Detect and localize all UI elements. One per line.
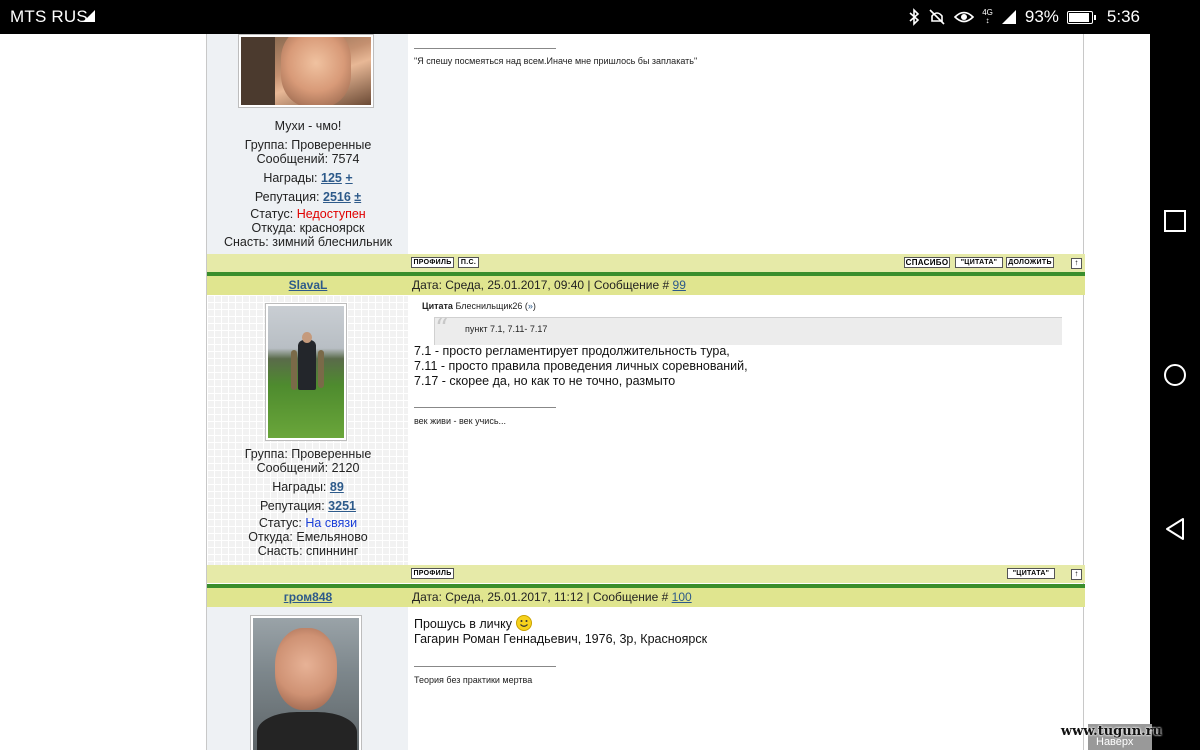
user-avatar[interactable] — [265, 303, 347, 441]
carrier-name: MTS RUS — [10, 7, 88, 26]
post-actions-bar: ПРОФИЛЬ "ЦИТАТА" ↑ — [207, 565, 1085, 583]
author-nick[interactable]: SlavaL — [207, 278, 409, 292]
battery-percent: 93% — [1024, 7, 1059, 26]
private-message-button[interactable]: П.С. — [458, 257, 479, 268]
user-avatar[interactable] — [238, 34, 374, 108]
signature-divider — [414, 407, 556, 408]
user-gear: Снасть: спиннинг — [257, 544, 359, 558]
recent-apps-icon[interactable] — [1162, 208, 1188, 234]
eye-icon — [954, 11, 975, 23]
profile-button[interactable]: ПРОФИЛЬ — [411, 568, 454, 579]
user-info-panel: Мухи - чмо! Группа: Проверенные Сообщени… — [207, 34, 409, 254]
post-body: Прошусь в личку Гагарин Роман Геннадьеви… — [410, 607, 1083, 750]
forum-thread: Мухи - чмо! Группа: Проверенные Сообщени… — [206, 34, 1085, 750]
reputation-change-link[interactable]: ± — [354, 190, 361, 204]
post-number-link[interactable]: 99 — [673, 278, 686, 292]
user-group: Группа: Проверенные — [244, 138, 372, 152]
post-text: Прошусь в личку Гагарин Роман Геннадьеви… — [414, 615, 708, 646]
reputation-link[interactable]: 2516 — [323, 190, 351, 204]
status-online: На связи — [305, 516, 358, 530]
post-body: Цитата Блеснильщик26 (») “ пункт 7.1, 7.… — [410, 295, 1083, 565]
android-nav-bar — [1150, 34, 1200, 750]
quote-author: Блеснильщик26 — [455, 301, 523, 311]
scroll-top-button[interactable]: ↑ — [1071, 258, 1082, 269]
user-awards: Награды: 89 — [272, 480, 344, 494]
post-signature: век живи - век учись... — [414, 416, 507, 426]
bluetooth-icon — [909, 8, 920, 26]
battery-icon — [1066, 10, 1096, 24]
reputation-link[interactable]: 3251 — [328, 499, 356, 513]
post-signature: "Я спешу посмеяться над всем.Иначе мне п… — [414, 56, 698, 66]
profile-button[interactable]: ПРОФИЛЬ — [411, 257, 454, 268]
quote-block: “ пункт 7.1, 7.11- 7.17 — [434, 314, 1062, 345]
awards-add-link[interactable]: + — [345, 171, 352, 185]
awards-link[interactable]: 125 — [321, 171, 342, 185]
quote-text: пункт 7.1, 7.11- 7.17 — [465, 324, 548, 334]
awards-link[interactable]: 89 — [330, 480, 344, 494]
signature-divider — [414, 666, 556, 667]
user-message-count: Сообщений: 2120 — [256, 461, 360, 475]
user-status: Статус: На связи — [258, 516, 358, 530]
user-location: Откуда: Емельяново — [248, 530, 368, 544]
post-number-link[interactable]: 100 — [672, 590, 692, 604]
signature-divider — [414, 48, 556, 49]
back-icon[interactable] — [1162, 516, 1188, 542]
scroll-top-button[interactable]: ↑ — [1071, 569, 1082, 580]
site-watermark: www.tugun.ru — [1060, 724, 1162, 739]
author-nick[interactable]: гром848 — [207, 590, 409, 604]
smiley-icon — [515, 615, 532, 631]
post-date: Дата: Среда, 25.01.2017, 09:40 | Сообщен… — [412, 278, 686, 292]
browser-page: Мухи - чмо! Группа: Проверенные Сообщени… — [0, 34, 1150, 750]
thanks-button[interactable]: СПАСИБО — [904, 257, 950, 268]
user-reputation: Репутация: 3251 — [260, 499, 356, 513]
signal-icon — [1001, 10, 1016, 24]
post-actions-bar: ПРОФИЛЬ П.С. СПАСИБО "ЦИТАТА" ДОЛОЖИТЬ ↑ — [207, 254, 1085, 272]
user-status: Статус: Недоступен — [250, 207, 366, 221]
status-offline: Недоступен — [296, 207, 366, 221]
user-stats: Группа: Проверенные Сообщений: 2120 Нагр… — [207, 447, 409, 558]
user-message-count: Сообщений: 7574 — [256, 152, 360, 166]
user-stats: Мухи - чмо! Группа: Проверенные Сообщени… — [207, 119, 409, 249]
user-info-panel: Группа: Проверенные Сообщений: 2120 Нагр… — [207, 295, 409, 565]
report-button[interactable]: ДОЛОЖИТЬ — [1006, 257, 1054, 268]
user-avatar[interactable] — [250, 615, 362, 750]
user-reputation: Репутация: 2516 ± — [254, 190, 362, 204]
post-header: SlavaL Дата: Среда, 25.01.2017, 09:40 | … — [207, 276, 1085, 295]
back-to-top-link[interactable]: Наверх www.tugun.ru — [1061, 724, 1162, 750]
quote-button[interactable]: "ЦИТАТА" — [1007, 568, 1055, 579]
android-status-bar: MTS RUS 4G ↕ 93% 5:36 — [0, 0, 1200, 34]
user-awards: Награды: 125 + — [263, 171, 353, 185]
post-header: гром848 Дата: Среда, 25.01.2017, 11:12 |… — [207, 588, 1085, 607]
clock: 5:36 — [1106, 7, 1140, 26]
user-info-panel — [207, 607, 409, 750]
post-date: Дата: Среда, 25.01.2017, 11:12 | Сообщен… — [412, 590, 692, 604]
post-text: 7.1 - просто регламентирует продолжитель… — [414, 344, 748, 388]
quote-header: Цитата Блеснильщик26 (») — [422, 301, 536, 311]
user-group: Группа: Проверенные — [244, 447, 372, 461]
quote-button[interactable]: "ЦИТАТА" — [955, 257, 1003, 268]
quote-mark-icon: “ — [435, 314, 449, 344]
quote-source-link[interactable]: » — [528, 301, 533, 311]
post-signature: Теория без практики мертва — [414, 675, 533, 685]
network-type: 4G ↕ — [982, 8, 993, 25]
home-icon[interactable] — [1162, 362, 1188, 388]
mute-icon — [929, 9, 945, 25]
post-body: "Я спешу посмеяться над всем.Иначе мне п… — [410, 34, 1083, 254]
data-saver-icon — [83, 10, 95, 22]
user-gear: Снасть: зимний блеснильник — [223, 235, 393, 249]
user-location: Откуда: красноярск — [251, 221, 365, 235]
user-title: Мухи - чмо! — [274, 119, 342, 133]
